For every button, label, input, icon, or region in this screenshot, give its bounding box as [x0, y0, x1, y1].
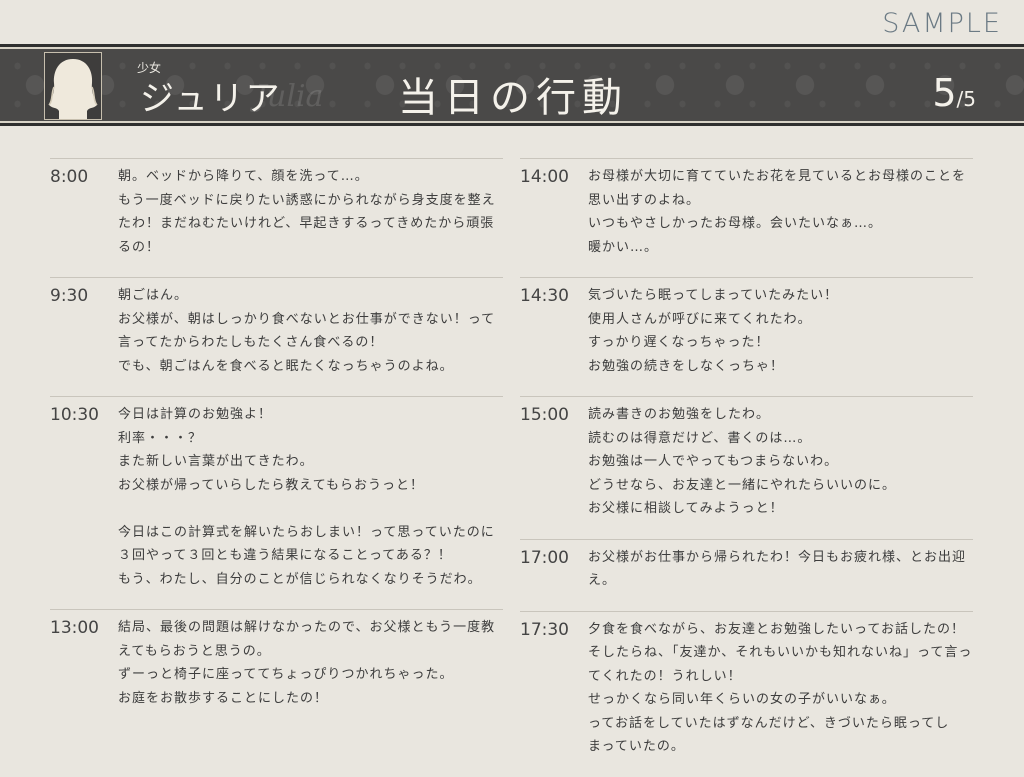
entry-text: 今日は計算のお勉強よ！ 利率・・・？ また新しい言葉が出てきたわ。お父様が帰っていら…: [118, 403, 495, 591]
entry-line: 読み書きのお勉強をしたわ。: [588, 407, 771, 422]
entry-line: 今日はこの計算式を解いたらおしまい！って思っていたのに: [118, 524, 495, 540]
right-schedule-column: 14:00 お母様が大切に育てていたお花を見ているとお母様のことを 思い出すのよね。…: [520, 158, 973, 777]
entry-line: いつもやさしかったお母様。会いたいなぁ…。: [588, 216, 883, 231]
page-indicator: 5/5: [932, 71, 976, 115]
entry-line: お父様が、朝はしっかり食べないとお仕事ができない！って: [118, 311, 496, 327]
entry-line: 利率・・・？: [118, 430, 203, 446]
schedule-entry: 8:00 朝。ベッドから降りて、顔を洗って…。もう一度ベッドに戻りたい誘惑にかられ…: [50, 158, 503, 277]
entry-line: たわ！まだねむたいけれど、早起きするってきめたから頑張: [118, 216, 495, 231]
entry-line: もう一度ベッドに戻りたい誘惑にかられながら身支度を整え: [118, 192, 496, 208]
entry-line: 言ってたからわたしもたくさん食べるの！: [118, 335, 384, 350]
entry-line: でも、朝ごはんを食べると眠たくなっちゃうのよね。: [118, 358, 454, 374]
entry-time: 17:00: [520, 547, 569, 568]
schedule-entry: 14:30 気づいたら眠ってしまっていたみたい！ 使用人さんが呼びに来てくれたわ。す…: [520, 277, 973, 396]
schedule-entry: 17:00 お父様がお仕事から帰られたわ！今日もお疲れ様、とお出迎え。: [520, 538, 973, 611]
schedule-entry: 14:00 お母様が大切に育てていたお花を見ているとお母様のことを 思い出すのよね。…: [520, 158, 973, 277]
left-schedule-column: 8:00 朝。ベッドから降りて、顔を洗って…。もう一度ベッドに戻りたい誘惑にかられ…: [50, 158, 503, 728]
entry-line: 暖かい…。: [588, 239, 659, 255]
entry-time: 15:00: [520, 405, 569, 425]
entry-line: お父様がお仕事から帰られたわ！今日もお疲れ様、とお出迎え。: [588, 549, 967, 589]
sample-watermark: SAMPLE: [882, 8, 1002, 39]
entry-time: 10:30: [50, 405, 99, 425]
entry-line: すっかり遅くなっちゃった！: [588, 335, 770, 350]
schedule-entry: 13:00 結局、最後の問題は解けなかったので、お父様ともう一度教 えてもらおうと思…: [50, 609, 503, 728]
entry-text: 読み書きのお勉強をしたわ。読むのは得意だけど、書くのは…。お勉強は一人でやっても…: [588, 403, 896, 521]
entry-line: お勉強の続きをしなくっちゃ！: [588, 358, 785, 374]
page-current: 5: [932, 71, 957, 115]
entry-line: 読むのは得意だけど、書くのは…。: [588, 430, 812, 446]
entry-line: 結局、最後の問題は解けなかったので、お父様ともう一度教: [118, 620, 496, 635]
entry-time: 13:00: [50, 618, 99, 638]
entry-time: 17:30: [520, 619, 569, 640]
entry-line: お庭をお散歩することにしたの！: [118, 690, 329, 706]
entry-line: お母様が大切に育てていたお花を見ているとお母様のことを: [588, 169, 967, 184]
page-title: 当日の行動: [398, 75, 628, 121]
schedule-entry: 9:30 朝ごはん。お父様が、朝はしっかり食べないとお仕事ができない！って 言ってた…: [50, 277, 503, 396]
girl-silhouette-icon: [48, 59, 98, 119]
entry-line: てくれたの！うれしい！: [588, 668, 742, 684]
entry-text: お父様がお仕事から帰られたわ！今日もお疲れ様、とお出迎え。: [588, 546, 973, 593]
entry-line: 朝ごはん。: [118, 288, 189, 303]
entry-line: また新しい言葉が出てきたわ。: [118, 454, 314, 469]
schedule-entry: 17:30 夕食を食べながら、お友達とお勉強したいってお話したの！ そしたらね、「友…: [520, 610, 973, 777]
entry-line: 朝。ベッドから降りて、顔を洗って…。: [118, 169, 369, 184]
page-total: /5: [956, 87, 976, 111]
entry-time: 14:30: [520, 286, 569, 306]
entry-line: 思い出すのよね。: [588, 192, 701, 208]
entry-line: お父様に相談してみようっと！: [588, 501, 784, 516]
entry-line: 夕食を食べながら、お友達とお勉強したいってお話したの！: [588, 621, 965, 637]
entry-line: 使用人さんが呼びに来てくれたわ。: [588, 311, 812, 327]
entry-text: 朝ごはん。お父様が、朝はしっかり食べないとお仕事ができない！って 言ってたからわた…: [118, 284, 495, 378]
entry-line: るの！: [118, 239, 161, 255]
entry-line: せっかくなら同い年くらいの女の子がいいなぁ。: [588, 692, 896, 707]
character-portrait: [44, 52, 102, 120]
entry-line: もう、わたし、自分のことが信じられなくなりそうだわ。: [118, 571, 482, 587]
entry-line: ってお話をしていたはずなんだけど、きづいたら眠ってし: [588, 715, 950, 731]
header-banner: 少女 Julia ジュリア 当日の行動 5/5: [0, 44, 1024, 126]
entry-text: 朝。ベッドから降りて、顔を洗って…。もう一度ベッドに戻りたい誘惑にかられながら身…: [118, 165, 496, 259]
entry-line: どうせなら、お友達と一緒にやれたらいいのに。: [588, 477, 897, 493]
entry-text: 夕食を食べながら、お友達とお勉強したいってお話したの！ そしたらね、「友達か、それ…: [588, 618, 972, 759]
entry-line: ずーっと椅子に座っててちょっぴりつかれちゃった。: [118, 667, 454, 682]
entry-line: そしたらね、「友達か、それもいいかも知れないね」って言っ: [588, 645, 973, 660]
entry-line: えてもらおうと思うの。: [118, 643, 271, 659]
entry-time: 14:00: [520, 167, 569, 187]
entry-line: お勉強は一人でやってもつまらないわ。: [588, 454, 839, 469]
entry-time: 9:30: [50, 286, 89, 306]
entry-time: 8:00: [50, 167, 89, 187]
entry-line: 気づいたら眠ってしまっていたみたい！: [588, 288, 839, 303]
character-name: ジュリア: [140, 79, 282, 119]
schedule-entry: 10:30 今日は計算のお勉強よ！ 利率・・・？ また新しい言葉が出てきたわ。お父様が…: [50, 396, 503, 609]
entry-text: お母様が大切に育てていたお花を見ているとお母様のことを 思い出すのよね。いつもやさ…: [588, 165, 966, 259]
schedule-entry: 15:00 読み書きのお勉強をしたわ。読むのは得意だけど、書くのは…。お勉強は一人…: [520, 396, 973, 539]
entry-text: 気づいたら眠ってしまっていたみたい！ 使用人さんが呼びに来てくれたわ。 すっかり遅く…: [588, 284, 838, 378]
entry-line: 今日は計算のお勉強よ！: [118, 407, 273, 422]
entry-line: まっていたの。: [588, 739, 685, 754]
entry-line: [118, 497, 495, 521]
entry-text: 結局、最後の問題は解けなかったので、お父様ともう一度教 えてもらおうと思うの。ずー…: [118, 616, 495, 710]
entry-line: お父様が帰っていらしたら教えてもらおうっと！: [118, 477, 425, 493]
entry-line: ３回やって３回とも違う結果になることってある？！: [118, 548, 452, 563]
